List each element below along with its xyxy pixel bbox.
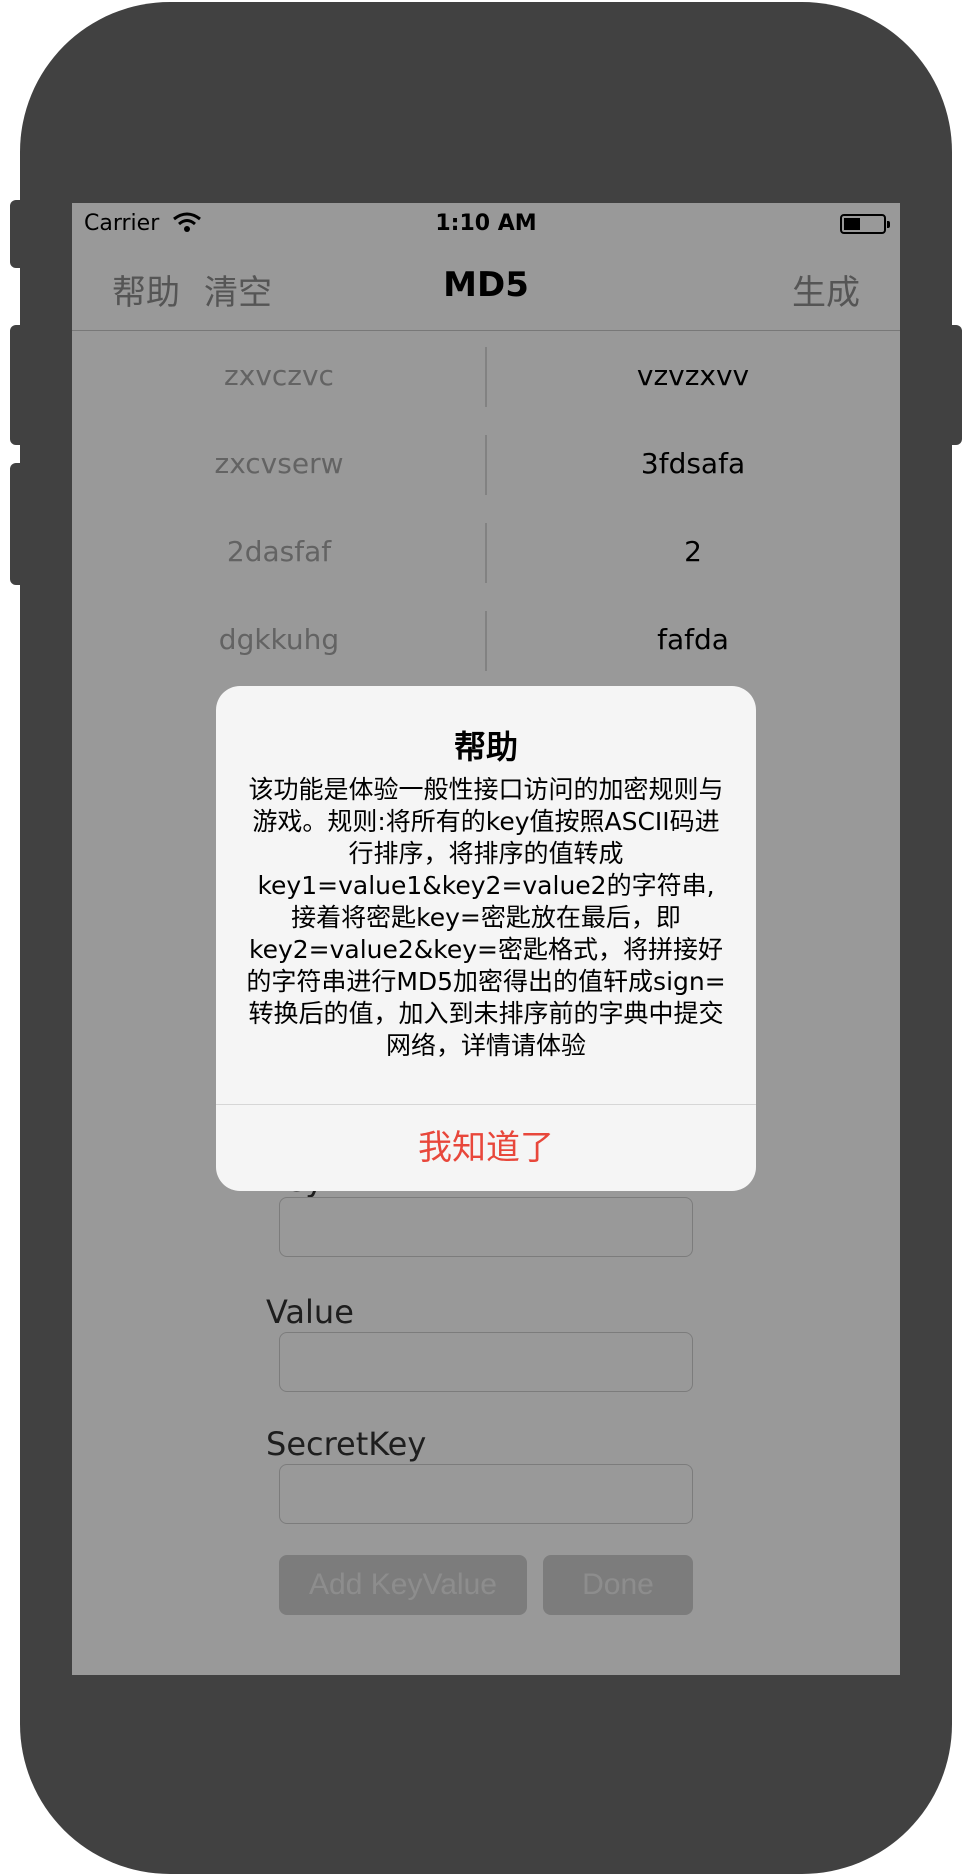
alert-title: 帮助 [453,728,518,766]
alert-ok-button[interactable]: 我知道了 [216,1105,756,1191]
alert-message: 该功能是体验一般性接口访问的加密规则与游戏。规则:将所有的key值按照ASCII… [246,775,726,1060]
help-alert-dialog: 帮助 该功能是体验一般性接口访问的加密规则与游戏。规则:将所有的key值按照AS… [216,686,756,1191]
app-screen: Carrier 1:10 AM 帮助 清空 MD5 生成 zxvczvc vzv… [72,203,900,1675]
